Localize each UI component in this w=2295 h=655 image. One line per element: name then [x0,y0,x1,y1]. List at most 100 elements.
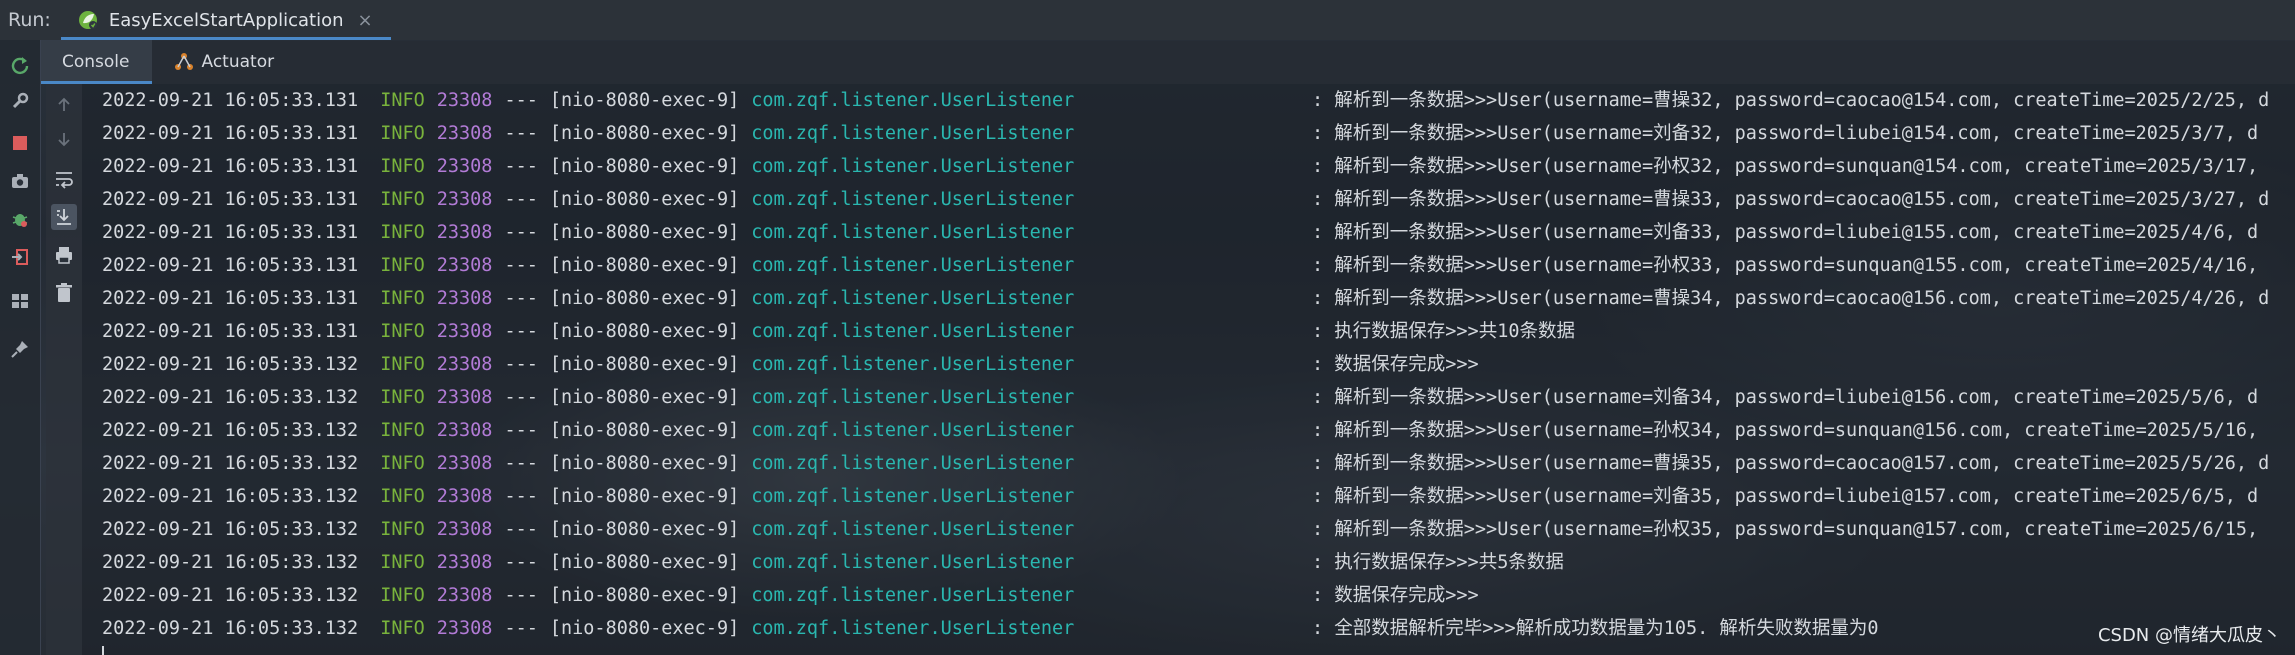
exit-icon[interactable] [7,244,33,270]
log-thread: [nio-8080-exec-9] [549,354,740,375]
log-separator: --- [504,552,538,573]
log-logger-name: com.zqf.listener.UserListener [751,123,1075,144]
log-level: INFO [380,222,425,243]
wrench-icon[interactable] [7,88,33,114]
log-level: INFO [380,552,425,573]
tab-easyexcel-start-application[interactable]: EasyExcelStartApplication × [60,0,391,40]
log-pid: 23308 [436,453,493,474]
log-line: 2022-09-21 16:05:33.132 INFO 23308 --- [nio-… [102,348,1479,381]
run-tool-window-header: Run: EasyExcelStartApplication × [0,0,2295,41]
run-left-toolbar [0,40,41,655]
log-line: 2022-09-21 16:05:33.132 INFO 23308 --- [nio-… [102,447,2269,480]
log-line: 2022-09-21 16:05:33.132 INFO 23308 --- [nio-… [102,546,1564,579]
log-pid: 23308 [436,552,493,573]
log-pid: 23308 [436,486,493,507]
log-pid: 23308 [436,519,493,540]
log-level: INFO [380,255,425,276]
log-thread: [nio-8080-exec-9] [549,156,740,177]
log-timestamp: 2022-09-21 16:05:33.131 [102,189,359,210]
log-separator: --- [504,387,538,408]
log-separator: --- [504,321,538,342]
log-timestamp: 2022-09-21 16:05:33.132 [102,486,359,507]
print-icon[interactable] [51,242,77,268]
text-cursor [102,646,104,655]
log-separator: --- [504,585,538,606]
console-output[interactable]: 2022-09-21 16:05:33.131 INFO 23308 --- [nio-… [82,84,2295,655]
log-timestamp: 2022-09-21 16:05:33.132 [102,387,359,408]
log-line: 2022-09-21 16:05:33.131 INFO 23308 --- [nio-… [102,249,2258,282]
log-logger-name: com.zqf.listener.UserListener [751,354,1075,375]
log-logger-name: com.zqf.listener.UserListener [751,552,1075,573]
pin-icon[interactable] [7,336,33,362]
log-pid: 23308 [436,156,493,177]
stop-icon[interactable] [7,130,33,156]
log-line: 2022-09-21 16:05:33.132 INFO 23308 --- [nio-… [102,480,2258,513]
log-level: INFO [380,453,425,474]
log-logger-name: com.zqf.listener.UserListener [751,90,1075,111]
run-label: Run: [8,9,51,31]
tab-console[interactable]: Console [40,40,152,84]
log-line: 2022-09-21 16:05:33.132 INFO 23308 --- [nio-… [102,513,2258,546]
log-timestamp: 2022-09-21 16:05:33.132 [102,453,359,474]
log-level: INFO [380,156,425,177]
log-timestamp: 2022-09-21 16:05:33.132 [102,552,359,573]
rerun-icon[interactable] [7,52,33,78]
log-thread: [nio-8080-exec-9] [549,123,740,144]
log-thread: [nio-8080-exec-9] [549,255,740,276]
log-logger-name: com.zqf.listener.UserListener [751,288,1075,309]
log-thread: [nio-8080-exec-9] [549,585,740,606]
log-timestamp: 2022-09-21 16:05:33.131 [102,288,359,309]
log-logger-name: com.zqf.listener.UserListener [751,453,1075,474]
log-logger-name: com.zqf.listener.UserListener [751,189,1075,210]
log-pid: 23308 [436,123,493,144]
log-line: 2022-09-21 16:05:33.131 INFO 23308 --- [nio-… [102,315,1575,348]
log-thread: [nio-8080-exec-9] [549,189,740,210]
log-thread: [nio-8080-exec-9] [549,420,740,441]
csdn-watermark: CSDN @情绪大瓜皮丶 [2097,625,2281,646]
trash-icon[interactable] [51,280,77,306]
log-logger-name: com.zqf.listener.UserListener [751,156,1075,177]
log-thread: [nio-8080-exec-9] [549,288,740,309]
log-message: : 解析到一条数据>>>User(username=孙权35, password… [1312,519,2259,540]
layout-icon[interactable] [7,288,33,314]
log-message: : 数据保存完成>>> [1312,585,1479,606]
spring-boot-icon [77,9,99,31]
log-line: 2022-09-21 16:05:33.131 INFO 23308 --- [nio-… [102,150,2258,183]
log-logger-name: com.zqf.listener.UserListener [751,519,1075,540]
log-pid: 23308 [436,387,493,408]
log-logger-name: com.zqf.listener.UserListener [751,420,1075,441]
log-line: 2022-09-21 16:05:33.131 INFO 23308 --- [nio-… [102,282,2269,315]
tab-actuator[interactable]: Actuator [152,40,297,84]
down-arrow-icon[interactable] [51,126,77,152]
soft-wrap-icon[interactable] [51,166,77,192]
log-separator: --- [504,255,538,276]
log-message: : 解析到一条数据>>>User(username=孙权32, password… [1312,156,2259,177]
log-pid: 23308 [436,354,493,375]
up-arrow-icon[interactable] [51,92,77,118]
log-separator: --- [504,156,538,177]
log-thread: [nio-8080-exec-9] [549,321,740,342]
log-separator: --- [504,354,538,375]
log-thread: [nio-8080-exec-9] [549,90,740,111]
log-message: : 解析到一条数据>>>User(username=刘备34, password… [1312,387,2259,408]
log-message: : 数据保存完成>>> [1312,354,1479,375]
close-icon[interactable]: × [358,10,373,31]
log-message: : 执行数据保存>>>共5条数据 [1312,552,1564,573]
log-separator: --- [504,420,538,441]
log-separator: --- [504,453,538,474]
log-logger-name: com.zqf.listener.UserListener [751,387,1075,408]
log-separator: --- [504,288,538,309]
log-level: INFO [380,618,425,639]
log-separator: --- [504,618,538,639]
console-side-toolbar [46,84,82,655]
log-level: INFO [380,354,425,375]
scroll-to-end-icon[interactable] [51,204,77,230]
log-thread: [nio-8080-exec-9] [549,453,740,474]
log-timestamp: 2022-09-21 16:05:33.131 [102,90,359,111]
camera-icon[interactable] [7,168,33,194]
log-timestamp: 2022-09-21 16:05:33.131 [102,222,359,243]
log-line: 2022-09-21 16:05:33.131 INFO 23308 --- [nio-… [102,183,2269,216]
bug-icon[interactable] [7,206,33,232]
log-level: INFO [380,321,425,342]
log-pid: 23308 [436,420,493,441]
